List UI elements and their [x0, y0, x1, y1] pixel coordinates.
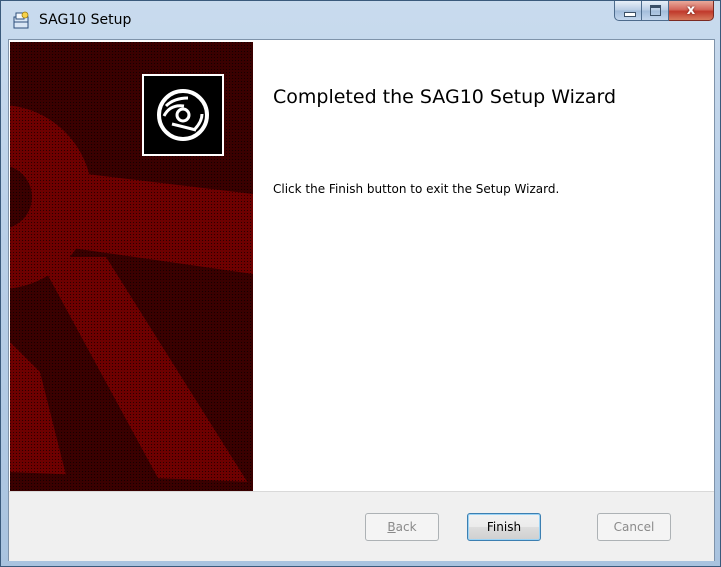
button-bar: Back Finish Cancel [9, 491, 714, 561]
cancel-button[interactable]: Cancel [597, 513, 671, 541]
maximize-button[interactable] [642, 1, 669, 21]
setup-window: SAG10 Setup x Completed the SAG10 Setup … [0, 0, 721, 567]
back-label: ack [395, 520, 417, 534]
maximize-icon [650, 5, 661, 16]
minimize-icon [624, 12, 636, 17]
installer-icon[interactable] [11, 10, 31, 30]
close-button[interactable]: x [669, 1, 714, 21]
page-title: Completed the SAG10 Setup Wizard [273, 86, 617, 108]
wizard-client-area: Completed the SAG10 Setup Wizard Click t… [8, 39, 715, 561]
window-title: SAG10 Setup [39, 12, 132, 28]
back-access-key: B [387, 520, 396, 534]
caption-buttons: x [614, 1, 714, 21]
back-button[interactable]: Back [365, 513, 439, 541]
wizard-banner [10, 42, 253, 491]
finish-button[interactable]: Finish [467, 513, 541, 541]
disc-icon [157, 89, 209, 141]
title-bar[interactable]: SAG10 Setup x [1, 1, 720, 39]
minimize-button[interactable] [614, 1, 642, 21]
disc-logo [142, 74, 224, 156]
instruction-text: Click the Finish button to exit the Setu… [273, 182, 560, 196]
close-icon: x [686, 3, 696, 18]
